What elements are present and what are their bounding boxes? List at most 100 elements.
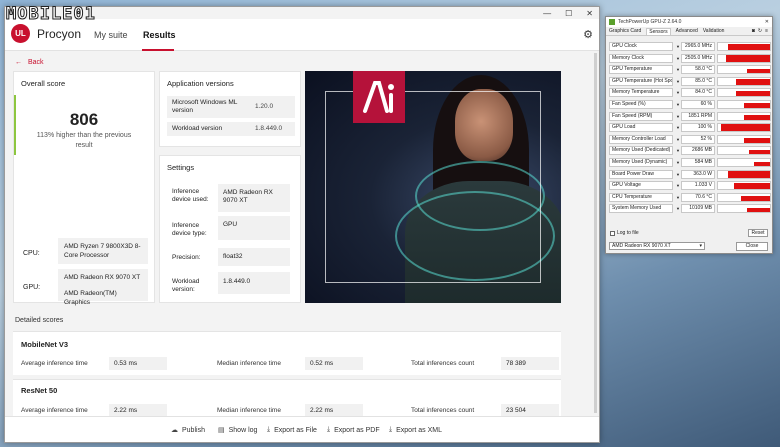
setting-value: AMD Radeon RX 9070 XT (223, 189, 273, 204)
refresh-icon[interactable]: ↻ (758, 28, 762, 34)
median-time-value: 0.52 ms (305, 357, 363, 370)
sensor-dropdown-icon[interactable]: ▼ (676, 137, 680, 142)
export-xml-button[interactable]: ⤓ Export as XML (389, 426, 442, 434)
setting-value-box: AMD Radeon RX 9070 XT (218, 184, 290, 212)
sensor-row: Memory Used (Dynamic) ▼ 584 MB (609, 157, 771, 169)
sensor-row: Memory Clock ▼ 2505.0 MHz (609, 53, 771, 65)
sensor-graph-fill (733, 183, 770, 190)
sensor-name: GPU Load (609, 123, 673, 133)
version-value: 1.20.0 (255, 103, 274, 110)
watermark-logo: MOBILE01 (6, 4, 96, 25)
sensor-graph (717, 88, 771, 98)
sensor-value: 70.6 °C (681, 192, 715, 202)
publish-label: Publish (182, 426, 205, 434)
sensor-value: 84.0 °C (681, 88, 715, 98)
back-button[interactable]: ← Back (15, 59, 44, 66)
sensor-row: Memory Temperature ▼ 84.0 °C (609, 87, 771, 99)
gpuz-tab-validation[interactable]: Validation (703, 28, 725, 34)
sensor-dropdown-icon[interactable]: ▼ (676, 67, 680, 72)
download-icon: ⤓ (267, 426, 271, 433)
sensor-dropdown-icon[interactable]: ▼ (676, 44, 680, 49)
tab-my-suite[interactable]: My suite (94, 30, 128, 40)
sensor-dropdown-icon[interactable]: ▼ (676, 148, 680, 153)
sensor-graph (717, 134, 771, 144)
gpuz-window: TechPowerUp GPU-Z 2.64.0 ✕ Graphics Card… (605, 16, 773, 254)
gpuz-close-icon[interactable]: ✕ (765, 17, 769, 27)
sensor-dropdown-icon[interactable]: ▼ (676, 56, 680, 61)
sensor-dropdown-icon[interactable]: ▼ (676, 195, 680, 200)
gpuz-device-value: AMD Radeon RX 9070 XT (612, 243, 671, 249)
setting-value-box: 1.8.449.0 (218, 272, 290, 294)
sensor-name: CPU Temperature (609, 192, 673, 202)
sensor-row: GPU Load ▼ 100 % (609, 122, 771, 134)
avg-time-label: Average inference time (21, 360, 88, 367)
window-controls: — ☐ ✕ (543, 9, 593, 18)
setting-value: float32 (223, 253, 243, 260)
gpuz-title: TechPowerUp GPU-Z 2.64.0 (618, 19, 682, 25)
sensor-graph (717, 111, 771, 121)
sensor-dropdown-icon[interactable]: ▼ (676, 172, 680, 177)
tab-results[interactable]: Results (143, 30, 176, 40)
gpuz-device-select[interactable]: AMD Radeon RX 9070 XT ▾ (609, 242, 705, 250)
settings-card: Settings Inference device used: AMD Rade… (159, 155, 301, 303)
camera-icon[interactable]: ◙ (752, 28, 755, 34)
sensor-name: System Memory Used (609, 204, 673, 214)
sensor-value: 1851 RPM (681, 111, 715, 121)
gpuz-app-icon (609, 19, 615, 25)
gear-icon[interactable]: ⚙ (583, 28, 593, 41)
export-pdf-button[interactable]: ⤓ Export as PDF (327, 426, 380, 434)
sensor-value: 100 % (681, 123, 715, 133)
sensor-dropdown-icon[interactable]: ▼ (676, 160, 680, 165)
gpuz-tab-sensors[interactable]: Sensors (646, 27, 671, 35)
sensor-name: Board Power Draw (609, 169, 673, 179)
score-comparison: 113% higher than the previous result (36, 132, 132, 149)
gpuz-close-button[interactable]: Close (736, 242, 768, 251)
log-to-file-checkbox[interactable]: Log to file (610, 230, 639, 236)
gpuz-tab-graphics-card[interactable]: Graphics Card (609, 28, 641, 34)
sensor-value: 52 % (681, 134, 715, 144)
total-count-value: 78 389 (501, 357, 559, 370)
maximize-button[interactable]: ☐ (565, 9, 572, 18)
sensor-graph-fill (741, 195, 770, 201)
scrollbar[interactable] (594, 53, 597, 413)
sensor-dropdown-icon[interactable]: ▼ (676, 114, 680, 119)
sensor-graph-fill (728, 171, 770, 178)
sensor-dropdown-icon[interactable]: ▼ (676, 79, 680, 84)
setting-label: Precision: (172, 254, 201, 261)
sensor-dropdown-icon[interactable]: ▼ (676, 125, 680, 130)
log-to-file-label: Log to file (617, 230, 639, 236)
sensor-dropdown-icon[interactable]: ▼ (676, 206, 680, 211)
export-file-button[interactable]: ⤓ Export as File (267, 426, 317, 434)
sensor-dropdown-icon[interactable]: ▼ (676, 90, 680, 95)
sensor-row: System Memory Used ▼ 10109 MB (609, 203, 771, 215)
publish-button[interactable]: ☁ Publish (171, 426, 205, 435)
show-log-button[interactable]: ▤ Show log (218, 426, 257, 435)
sensor-graph-fill (736, 90, 770, 97)
gpu-label: GPU: (23, 284, 41, 291)
sensor-graph (717, 204, 771, 214)
arrow-left-icon: ← (15, 59, 22, 66)
checkbox-icon (610, 230, 615, 236)
sensor-graph-fill (744, 103, 770, 108)
setting-label: Inference device type: (172, 222, 207, 237)
sensor-dropdown-icon[interactable]: ▼ (676, 102, 680, 107)
setting-value: 1.8.449.0 (223, 278, 251, 285)
close-button[interactable]: ✕ (586, 9, 593, 18)
cpu-label: CPU: (23, 250, 40, 257)
menu-icon[interactable]: ≡ (765, 28, 768, 34)
sensor-name: GPU Voltage (609, 181, 673, 191)
sensor-row: GPU Temperature ▼ 58.0 °C (609, 64, 771, 76)
gpuz-reset-button[interactable]: Reset (748, 229, 768, 237)
avg-time-label: Average inference time (21, 407, 88, 414)
sensor-graph (717, 181, 771, 191)
download-icon: ⤓ (327, 426, 331, 433)
minimize-button[interactable]: — (543, 9, 551, 18)
sensor-graph (717, 42, 771, 51)
sensor-row: Board Power Draw ▼ 363.0 W (609, 169, 771, 181)
gpuz-tab-advanced[interactable]: Advanced (676, 28, 698, 34)
sensor-graph-fill (744, 137, 770, 143)
sensor-value: 1.033 V (681, 181, 715, 191)
sensor-dropdown-icon[interactable]: ▼ (676, 183, 680, 188)
gpu-value-1: AMD Radeon RX 9070 XT (64, 274, 141, 281)
sensor-value: 58.0 °C (681, 65, 715, 75)
